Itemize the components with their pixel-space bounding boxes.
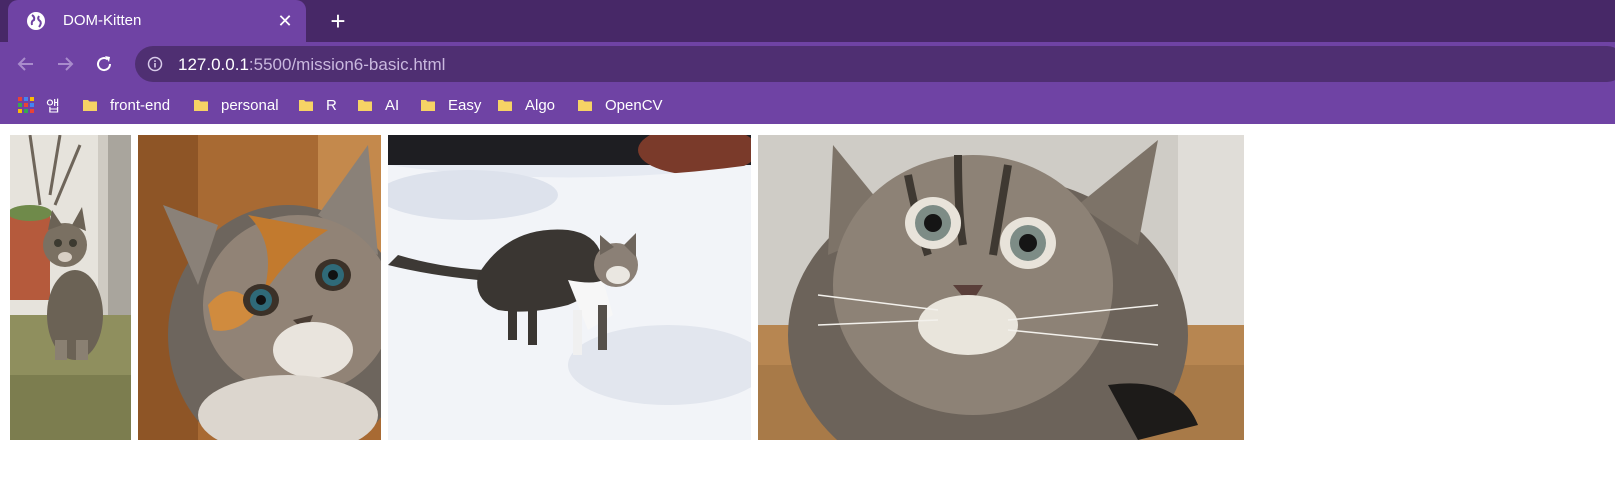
- tab-title: DOM-Kitten: [63, 12, 142, 29]
- bookmark-label: Algo: [525, 96, 556, 114]
- browser-titlebar: DOM-Kitten ✕ +: [0, 0, 1615, 42]
- kitten-image-1: [10, 135, 131, 440]
- address-host: 127.0.0.1: [178, 55, 249, 74]
- site-info-icon[interactable]: [147, 56, 163, 72]
- address-bar[interactable]: 127.0.0.1:5500/mission6-basic.html: [135, 46, 1615, 82]
- folder-icon: [357, 97, 373, 113]
- bookmark-apps[interactable]: 앱: [18, 94, 60, 116]
- apps-grid-icon: [18, 97, 34, 113]
- reload-icon[interactable]: [90, 50, 118, 78]
- kitten-image-2: [138, 135, 381, 440]
- address-path: :5500/mission6-basic.html: [248, 55, 446, 74]
- forward-arrow-icon[interactable]: [51, 50, 79, 78]
- bookmark-easy[interactable]: Easy: [420, 94, 481, 116]
- bookmark-personal[interactable]: personal: [193, 94, 279, 116]
- kitten-image-4: [758, 135, 1244, 440]
- folder-icon: [420, 97, 436, 113]
- bookmark-label: front-end: [110, 96, 171, 114]
- bookmark-algo[interactable]: Algo: [497, 94, 555, 116]
- address-url: 127.0.0.1:5500/mission6-basic.html: [178, 55, 445, 75]
- bookmark-label: 앱: [46, 97, 60, 115]
- bookmark-label: personal: [221, 96, 279, 114]
- browser-tab[interactable]: DOM-Kitten ✕: [8, 0, 306, 42]
- folder-icon: [577, 97, 593, 113]
- bookmark-label: AI: [385, 96, 400, 114]
- folder-icon: [82, 97, 98, 113]
- browser-toolbar: 127.0.0.1:5500/mission6-basic.html: [0, 42, 1615, 86]
- folder-icon: [497, 97, 513, 113]
- bookmark-label: R: [326, 96, 337, 114]
- page-content: [0, 124, 1615, 489]
- bookmark-label: OpenCV: [605, 96, 663, 114]
- bookmark-front-end[interactable]: front-end: [82, 94, 170, 116]
- bookmarks-bar: 앱 front-end personal R AI Easy Algo Open…: [0, 86, 1615, 124]
- globe-icon: [26, 11, 46, 31]
- back-arrow-icon[interactable]: [12, 50, 40, 78]
- new-tab-button[interactable]: +: [324, 6, 352, 36]
- bookmark-label: Easy: [448, 96, 482, 114]
- tab-close-icon[interactable]: ✕: [274, 10, 296, 32]
- folder-icon: [298, 97, 314, 113]
- bookmark-opencv[interactable]: OpenCV: [577, 94, 663, 116]
- bookmark-r[interactable]: R: [298, 94, 337, 116]
- kitten-image-3: [388, 135, 751, 440]
- bookmark-ai[interactable]: AI: [357, 94, 399, 116]
- folder-icon: [193, 97, 209, 113]
